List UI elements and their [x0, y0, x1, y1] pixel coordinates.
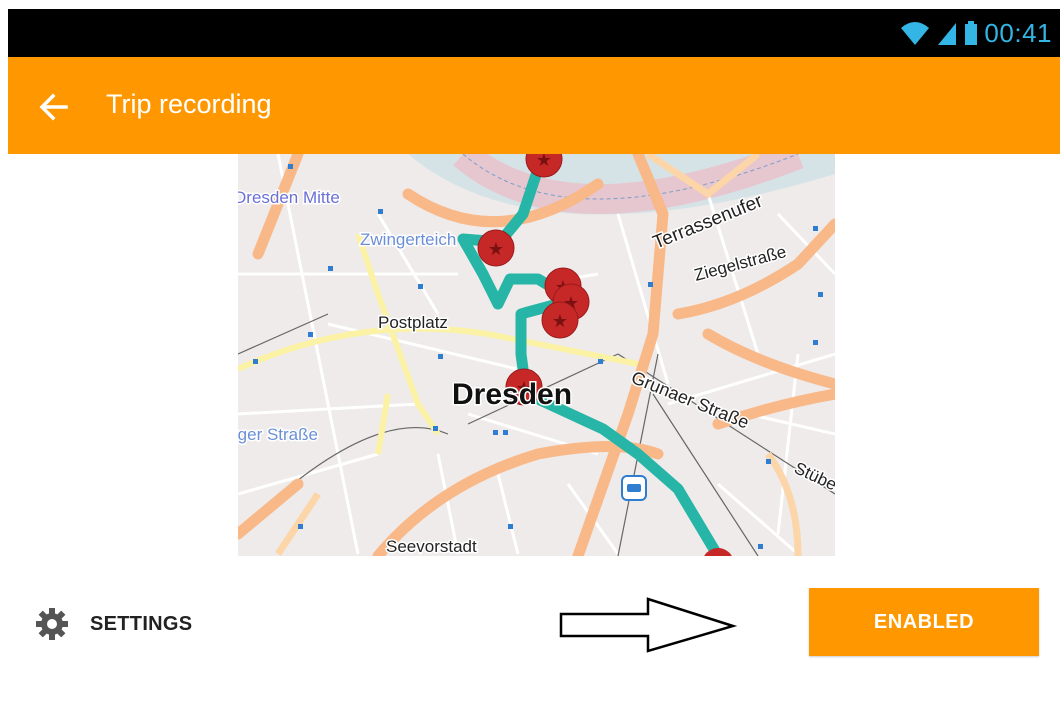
- svg-text:★: ★: [488, 239, 504, 260]
- battery-icon: [965, 21, 978, 45]
- svg-text:★: ★: [536, 154, 552, 171]
- map-label-zwingerteich: Zwingerteich: [360, 230, 456, 249]
- map-label-seevorstadt: Seevorstadt: [386, 537, 477, 556]
- camper-icon: [621, 475, 647, 501]
- arrow-right-icon: [559, 597, 738, 653]
- map-label-dresden: Dresden: [452, 378, 572, 411]
- status-icons: 00:41: [900, 9, 1052, 57]
- page-title: Trip recording: [106, 89, 272, 119]
- map-canvas: ★ ★ ★ ★ ★ ★ Dresden Mitte Zwingerteich T…: [238, 154, 835, 556]
- status-bar: 00:41: [8, 9, 1060, 57]
- enabled-button[interactable]: ENABLED: [809, 588, 1039, 656]
- arrow-left-icon: [39, 93, 68, 121]
- trip-map[interactable]: ★ ★ ★ ★ ★ ★ Dresden Mitte Zwingerteich T…: [238, 154, 835, 556]
- trip-marker[interactable]: ★: [477, 229, 515, 267]
- wifi-icon: [901, 22, 930, 45]
- status-time: 00:41: [984, 17, 1052, 48]
- svg-text:★: ★: [552, 311, 568, 332]
- gear-icon: [36, 608, 68, 640]
- app-bar: Trip recording: [8, 57, 1060, 154]
- settings-button[interactable]: SETTINGS: [34, 600, 192, 648]
- settings-label: SETTINGS: [90, 612, 193, 635]
- map-label-dresden-mitte: Dresden Mitte: [238, 188, 340, 207]
- trip-marker[interactable]: ★: [541, 301, 579, 339]
- back-button[interactable]: [34, 87, 74, 127]
- signal-icon: [938, 23, 957, 45]
- map-label-postplatz: Postplatz: [378, 313, 448, 332]
- map-label-berger-strasse: rger Straße: [238, 425, 318, 444]
